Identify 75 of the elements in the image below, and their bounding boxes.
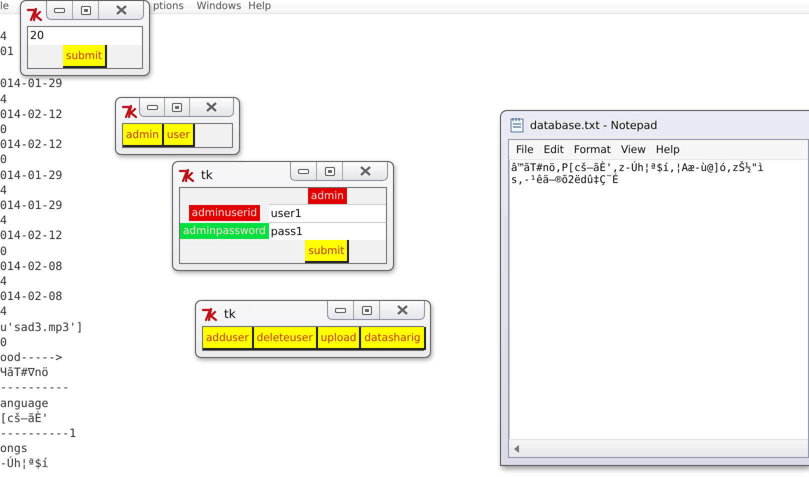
text-line: 014-02-08 — [0, 289, 62, 304]
minimize-icon — [298, 168, 309, 174]
text-line: 014-02-12 — [0, 137, 62, 152]
window-title: database.txt - Notepad — [530, 118, 658, 132]
form-label: adminuserid — [188, 205, 260, 221]
text-line: 014-01-29 — [0, 76, 62, 92]
menu-item[interactable]: Edit — [538, 144, 569, 156]
menu-item[interactable]: Format — [568, 144, 616, 156]
text-line: ЧāT#∇nö — [0, 365, 48, 380]
scroll-left-icon[interactable] — [514, 444, 519, 452]
menu-item[interactable]: le — [0, 0, 9, 12]
text-line: 0 — [0, 152, 7, 168]
maximize-icon — [324, 166, 334, 176]
text-line: 4 — [0, 92, 7, 107]
text-line: ----------1 — [0, 426, 76, 442]
text-line: ---------- — [0, 380, 70, 396]
text-field[interactable]: 20 — [28, 27, 142, 45]
toolbar-button[interactable]: datasharig — [361, 327, 426, 350]
toolbar-button[interactable]: admin — [123, 124, 164, 147]
window-title: tk — [201, 168, 213, 182]
form-label: admin — [308, 188, 347, 204]
maximize-icon — [362, 306, 372, 314]
text-line: 0 — [0, 122, 7, 138]
text-line: s,-¹êä–®õ2ëdû‡Ç¨É — [511, 174, 618, 186]
menu-item[interactable]: Help — [650, 144, 685, 156]
close-icon — [396, 305, 408, 315]
text-line: 014-02-08 — [0, 258, 62, 274]
tk-logo-icon — [122, 105, 139, 118]
toolbar-button[interactable]: user — [164, 124, 195, 147]
maximize-icon — [172, 102, 182, 112]
menu-item[interactable]: File — [511, 144, 539, 156]
close-icon — [206, 102, 218, 112]
text-line: ongs — [0, 441, 28, 456]
text-line: 4 — [0, 304, 7, 320]
tk-logo-icon — [179, 169, 196, 182]
minimize-icon — [335, 308, 346, 312]
text-line: 01 — [0, 44, 14, 60]
submit-button[interactable]: submit — [62, 45, 108, 68]
menu-item[interactable]: Help — [248, 0, 272, 12]
text-line: 4 — [0, 213, 7, 228]
text-line: â™ãT#nö,P[cš–ãÈ',z-Úh¦ª$í,¦Aæ-ù@]ó,zŠ½"ì — [511, 162, 764, 174]
text-field[interactable]: pass1 — [268, 222, 386, 240]
text-line: -Úh¦ª$í — [0, 456, 48, 472]
text-line: 0 — [0, 334, 7, 350]
text-line: 0 — [0, 244, 7, 259]
window-title: tk — [224, 307, 236, 321]
toolbar-button[interactable]: upload — [318, 327, 362, 350]
tk-logo-icon — [202, 308, 219, 321]
text-line: 014-02-12 — [0, 228, 62, 244]
submit-button[interactable]: submit — [305, 240, 350, 263]
toolbar-button[interactable]: deleteuser — [254, 327, 318, 350]
close-icon — [360, 166, 370, 176]
text-line: u'sad3.mp3'] — [0, 320, 84, 335]
tk-logo-icon — [27, 8, 44, 21]
text-line: 014-01-29 — [0, 168, 62, 183]
text-line: 014-02-12 — [0, 106, 62, 122]
horizontal-scrollbar[interactable] — [509, 439, 808, 457]
text-line: [cš–ãÈ' — [0, 410, 48, 426]
menu-item[interactable]: Windows — [196, 0, 242, 12]
text-line: anguage — [0, 396, 48, 411]
notepad-icon — [510, 117, 524, 133]
menu-item[interactable]: ptions — [152, 0, 184, 12]
toolbar-button[interactable]: adduser — [203, 327, 254, 350]
close-icon — [116, 5, 126, 15]
minimize-icon — [54, 8, 65, 12]
form-label: adminpassword — [180, 223, 269, 239]
text-line: ood-----> — [0, 350, 62, 366]
text-field[interactable]: user1 — [268, 204, 386, 222]
minimize-icon — [146, 104, 158, 110]
text-line: 4 — [0, 182, 7, 198]
text-line: 4 — [0, 274, 7, 290]
text-line: 4 — [0, 29, 7, 44]
menu-item[interactable]: View — [616, 144, 651, 156]
text-line: 014-01-29 — [0, 198, 62, 214]
maximize-icon — [80, 6, 90, 14]
